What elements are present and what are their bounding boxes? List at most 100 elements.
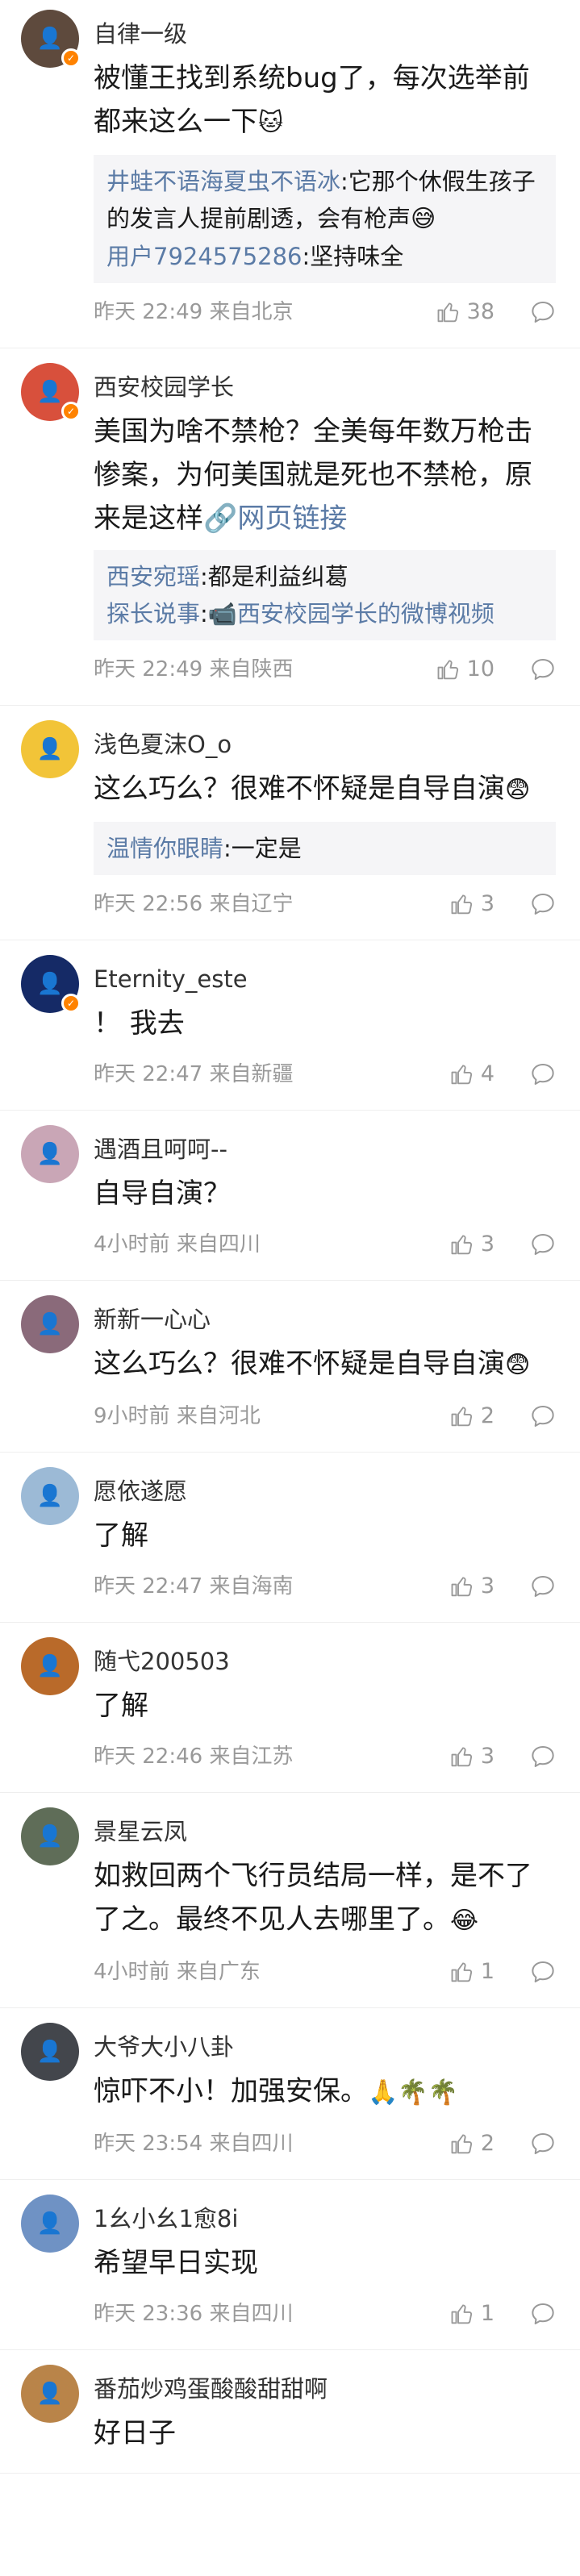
thumbs-up-icon xyxy=(437,302,458,323)
avatar-container[interactable]: 👤 xyxy=(21,1637,79,1695)
user-name[interactable]: 随弋200503 xyxy=(94,1645,561,1678)
comment-location: 来自北京 xyxy=(209,300,294,324)
user-name[interactable]: 景星云凤 xyxy=(94,1815,561,1848)
like-button[interactable]: 3 xyxy=(450,886,494,922)
reply-icon[interactable] xyxy=(530,1959,556,1985)
reply-icon[interactable] xyxy=(530,1232,556,1257)
like-button[interactable]: 1 xyxy=(450,1954,494,1990)
avatar[interactable]: 👤 xyxy=(21,2023,79,2081)
comment-item: 👤 ✓ 自律一级 被懂王找到系统bug了，每次选举前都来这么一下🐱 井蛙不语海夏… xyxy=(0,0,580,348)
avatar-container[interactable]: 👤 ✓ xyxy=(21,955,81,1013)
comment-time: 昨天 22:49 xyxy=(94,657,203,682)
user-name[interactable]: 番茄炒鸡蛋酸酸甜甜啊 xyxy=(94,2373,561,2405)
like-button[interactable]: 3 xyxy=(450,1227,494,1262)
reply-icon[interactable] xyxy=(530,299,556,325)
avatar-container[interactable]: 👤 xyxy=(21,1467,79,1525)
video-link[interactable]: 📹西安校园学长的微博视频 xyxy=(208,600,494,627)
comment-meta: 昨天 22:46 来自江苏 3 xyxy=(94,1739,561,1774)
reply-item[interactable]: 探长说事:📹西安校园学长的微博视频 xyxy=(106,595,543,632)
avatar-container[interactable]: 👤 xyxy=(21,2195,79,2253)
comment-item: 👤 遇酒且呵呵-- 自导自演？ 4小时前 来自四川 3 xyxy=(0,1111,580,1281)
avatar-container[interactable]: 👤 ✓ xyxy=(21,10,81,68)
like-button[interactable]: 10 xyxy=(436,652,494,687)
web-link[interactable]: 🔗网页链接 xyxy=(203,502,347,535)
thumbs-up-icon xyxy=(451,2134,472,2154)
like-count: 3 xyxy=(480,891,494,916)
thumbs-up-icon xyxy=(451,1962,472,1982)
reply-separator: : xyxy=(340,168,348,195)
comment-text: 自导自演？ xyxy=(94,1172,556,1215)
avatar-container[interactable]: 👤 xyxy=(21,720,79,778)
comment-body: 好日子 xyxy=(94,2417,176,2449)
avatar-container[interactable]: 👤 ✓ xyxy=(21,363,81,421)
user-name[interactable]: 大爷大小八卦 xyxy=(94,2031,561,2063)
user-name[interactable]: 1幺小幺1愈8i xyxy=(94,2203,561,2235)
comment-location: 来自四川 xyxy=(209,2132,294,2156)
avatar[interactable]: 👤 xyxy=(21,2195,79,2253)
avatar[interactable]: 👤 xyxy=(21,1295,79,1353)
like-button[interactable]: 1 xyxy=(450,2296,494,2332)
reply-preview[interactable]: 井蛙不语海夏虫不语冰:它那个休假生孩子的发言人提前剧透，会有枪声😅 用户79245… xyxy=(94,155,556,283)
emoji-icon: 😨 xyxy=(505,776,531,804)
reply-author[interactable]: 探长说事 xyxy=(106,600,200,627)
avatar-container[interactable]: 👤 xyxy=(21,1125,79,1183)
user-name[interactable]: 自律一级 xyxy=(94,18,561,50)
avatar-container[interactable]: 👤 xyxy=(21,2365,79,2423)
avatar[interactable]: 👤 xyxy=(21,1467,79,1525)
user-icon: 👤 xyxy=(36,1824,64,1849)
comment-meta: 4小时前 来自广东 1 xyxy=(94,1954,561,1990)
avatar[interactable]: 👤 xyxy=(21,720,79,778)
avatar-container[interactable]: 👤 xyxy=(21,2023,79,2081)
like-button[interactable]: 4 xyxy=(450,1057,494,1092)
like-button[interactable]: 2 xyxy=(450,1398,494,1434)
like-button[interactable]: 38 xyxy=(436,294,494,330)
user-name[interactable]: 新新一心心 xyxy=(94,1303,561,1336)
reply-author[interactable]: 井蛙不语海夏虫不语冰 xyxy=(106,168,340,195)
user-icon: 👤 xyxy=(36,1142,64,1166)
reply-preview[interactable]: 西安宛瑶:都是利益纠葛 探长说事:📹西安校园学长的微博视频 xyxy=(94,550,556,640)
avatar[interactable]: 👤 xyxy=(21,1125,79,1183)
user-name[interactable]: 西安校园学长 xyxy=(94,371,561,403)
emoji-icon: 😂 xyxy=(450,1907,479,1935)
reply-preview[interactable]: 温情你眼睛:一定是 xyxy=(94,822,556,875)
avatar-container[interactable]: 👤 xyxy=(21,1295,79,1353)
user-name[interactable]: 浅色夏沫O_o xyxy=(94,728,561,761)
reply-icon[interactable] xyxy=(530,2131,556,2157)
user-name[interactable]: 遇酒且呵呵-- xyxy=(94,1133,561,1165)
reply-item[interactable]: 用户7924575286:坚持味全 xyxy=(106,238,543,275)
reply-item[interactable]: 温情你眼睛:一定是 xyxy=(106,830,543,867)
avatar[interactable]: 👤 xyxy=(21,2365,79,2423)
avatar[interactable]: 👤 xyxy=(21,1637,79,1695)
reply-icon[interactable] xyxy=(530,1574,556,1599)
reply-icon[interactable] xyxy=(530,2301,556,2327)
reply-author[interactable]: 温情你眼睛 xyxy=(106,835,223,862)
user-name[interactable]: Eternity_este xyxy=(94,963,561,995)
user-icon: 👤 xyxy=(36,2040,64,2064)
comment-location: 来自广东 xyxy=(176,1960,261,1984)
reply-icon[interactable] xyxy=(530,1403,556,1429)
reply-item[interactable]: 西安宛瑶:都是利益纠葛 xyxy=(106,558,543,595)
comment-text: 被懂王找到系统bug了，每次选举前都来这么一下🐱 xyxy=(94,56,556,145)
reply-icon[interactable] xyxy=(530,1744,556,1769)
like-button[interactable]: 2 xyxy=(450,2126,494,2161)
comment-item: 👤 ✓ 西安校园学长 美国为啥不禁枪？全美每年数万枪击惨案，为何美国就是死也不禁… xyxy=(0,348,580,706)
reply-author[interactable]: 西安宛瑶 xyxy=(106,563,200,590)
reply-icon[interactable] xyxy=(530,1061,556,1087)
comment-location: 来自江苏 xyxy=(209,1744,294,1769)
like-button[interactable]: 3 xyxy=(450,1739,494,1774)
comment-meta: 9小时前 来自河北 2 xyxy=(94,1398,561,1434)
reply-icon[interactable] xyxy=(530,891,556,917)
avatar-container[interactable]: 👤 xyxy=(21,1807,79,1865)
reply-author[interactable]: 用户7924575286 xyxy=(106,243,303,270)
user-icon: 👤 xyxy=(36,1654,64,1678)
user-name[interactable]: 愿依遂愿 xyxy=(94,1475,561,1507)
comment-time: 昨天 22:49 xyxy=(94,300,203,324)
comment-body: 自导自演？ xyxy=(94,1178,231,1210)
comment-location: 来自河北 xyxy=(176,1404,261,1428)
reply-icon[interactable] xyxy=(530,657,556,682)
thumbs-up-icon xyxy=(451,2304,472,2324)
avatar[interactable]: 👤 xyxy=(21,1807,79,1865)
comment-body: 希望早日实现 xyxy=(94,2247,258,2279)
like-button[interactable]: 3 xyxy=(450,1569,494,1604)
reply-item[interactable]: 井蛙不语海夏虫不语冰:它那个休假生孩子的发言人提前剧透，会有枪声😅 xyxy=(106,163,543,238)
